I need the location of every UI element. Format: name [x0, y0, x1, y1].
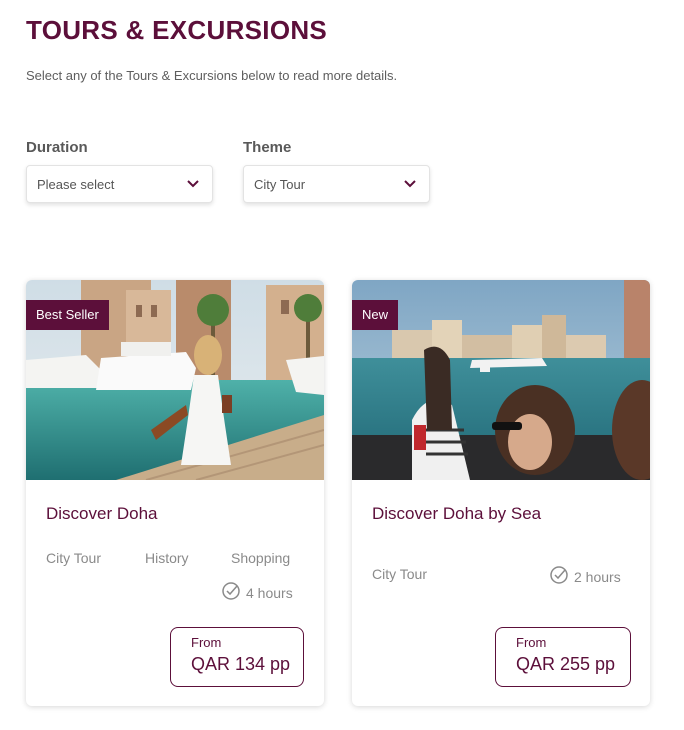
price-amount: QAR 134 pp — [191, 654, 291, 674]
clock-check-icon — [549, 565, 569, 588]
duration-select-value: Please select — [37, 176, 115, 192]
tour-duration: 4 hours — [221, 581, 293, 604]
tour-title[interactable]: Discover Doha by Sea — [372, 504, 541, 524]
new-badge: New — [352, 300, 399, 330]
duration-select[interactable]: Please select — [26, 165, 213, 203]
tag-city-tour: City Tour — [372, 566, 427, 582]
clock-check-icon — [221, 581, 241, 604]
theme-filter: Theme City Tour — [243, 139, 430, 203]
theme-select[interactable]: City Tour — [243, 165, 430, 203]
tag-city-tour: City Tour — [46, 550, 101, 566]
page-title: TOURS & EXCURSIONS — [26, 15, 328, 45]
price-amount: QAR 255 pp — [516, 654, 616, 674]
chevron-down-icon — [186, 177, 200, 191]
duration-filter-label: Duration — [26, 139, 88, 156]
chevron-down-icon — [403, 177, 417, 191]
duration-filter: Duration Please select — [26, 139, 213, 203]
price-button[interactable]: From QAR 134 pp — [170, 627, 304, 687]
best-seller-badge: Best Seller — [26, 300, 109, 330]
tag-shopping: Shopping — [231, 550, 291, 566]
theme-select-value: City Tour — [254, 176, 306, 192]
duration-label: 4 hours — [246, 584, 293, 601]
tour-title[interactable]: Discover Doha — [46, 504, 158, 524]
page-subtitle: Select any of the Tours & Excursions bel… — [26, 68, 398, 83]
tour-card-discover-doha[interactable]: Best Seller Discover Doha City Tour Hist… — [26, 280, 324, 706]
tour-card-discover-doha-by-sea[interactable]: New Discover Doha by Sea City Tour 2 hou… — [352, 280, 650, 706]
theme-filter-label: Theme — [243, 139, 292, 156]
duration-label: 2 hours — [574, 568, 621, 585]
price-button[interactable]: From QAR 255 pp — [495, 627, 631, 687]
price-from-label: From — [516, 635, 547, 650]
price-from-label: From — [191, 635, 222, 650]
tag-history: History — [145, 550, 189, 566]
tour-duration: 2 hours — [549, 565, 621, 588]
